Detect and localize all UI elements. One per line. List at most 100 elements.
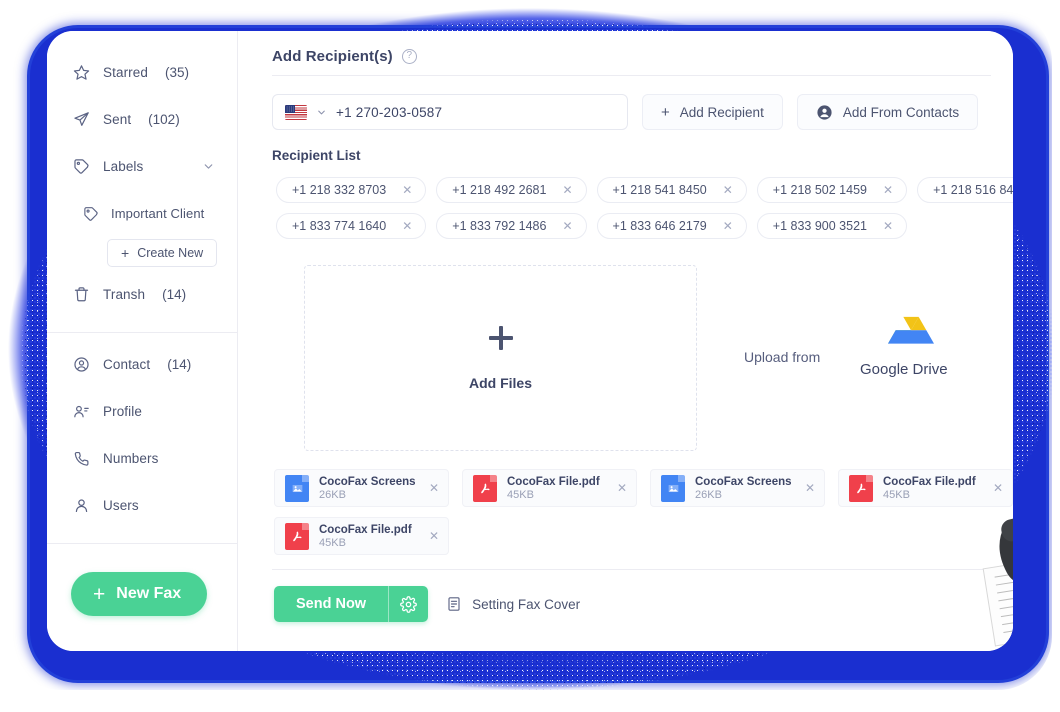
sidebar-item-label: Transh <box>103 287 146 302</box>
sidebar-item-label: Numbers <box>103 451 159 466</box>
recipient-chip: +1 218 502 1459 ✕ <box>756 177 908 203</box>
setting-fax-cover-button[interactable]: Setting Fax Cover <box>446 596 580 612</box>
country-chevron-down-icon[interactable] <box>316 107 327 118</box>
recipient-chip: +1 833 774 1640 ✕ <box>276 213 427 239</box>
us-flag-icon <box>285 104 307 120</box>
sidebar-item-label: Labels <box>103 159 144 174</box>
plus-icon: + <box>121 245 130 261</box>
send-now-button[interactable]: Send Now <box>274 586 389 622</box>
contact-avatar-icon <box>816 104 833 121</box>
recipient-list-title: Recipient List <box>272 148 361 163</box>
upload-from-label: Upload from <box>744 349 821 365</box>
sidebar-item-labels[interactable]: Labels <box>47 143 237 190</box>
remove-recipient-icon[interactable]: ✕ <box>883 184 893 196</box>
sidebar: Starred (35) Sent (102) Labels Important… <box>47 31 238 651</box>
sidebar-item-sent[interactable]: Sent (102) <box>47 96 237 143</box>
tag-icon <box>82 205 100 223</box>
sidebar-item-profile[interactable]: Profile <box>47 388 237 435</box>
add-files-label: Add Files <box>468 375 532 391</box>
attached-file-size: 45KB <box>507 488 534 501</box>
create-new-label: Create New <box>137 246 204 260</box>
create-new-button[interactable]: + Create New <box>107 239 218 267</box>
compose-actions: Send Now Setting Fax Cover <box>272 570 991 622</box>
remove-file-icon[interactable]: ✕ <box>425 529 439 543</box>
attached-file-size: 26KB <box>695 488 722 501</box>
recipient-chip-list: +1 218 332 8703 ✕ +1 218 492 2681 ✕ +1 218 5… <box>272 163 1013 239</box>
attached-file-size: 45KB <box>883 488 910 501</box>
recipient-chip-number: +1 218 502 1459 <box>772 183 867 197</box>
remove-file-icon[interactable]: ✕ <box>613 481 627 495</box>
sidebar-item-label: Users <box>103 498 139 513</box>
app-window: Starred (35) Sent (102) Labels Important… <box>47 31 1013 651</box>
star-icon <box>72 64 90 82</box>
add-files-dropzone[interactable]: Add Files <box>304 265 697 451</box>
compose-inner: Add Recipient(s) ? +1 270-203-0587 + Add… <box>238 31 1013 622</box>
attached-file-card: CocoFax File.pdf 45KB ✕ <box>462 469 637 507</box>
remove-recipient-icon[interactable]: ✕ <box>402 220 412 232</box>
sidebar-item-numbers[interactable]: Numbers <box>47 435 237 482</box>
google-drive-icon[interactable] <box>888 315 934 357</box>
attached-file-name: CocoFax File.pdf <box>507 475 600 488</box>
pdf-file-icon <box>473 474 497 502</box>
page-title: Add Recipient(s) <box>272 47 393 65</box>
remove-recipient-icon[interactable]: ✕ <box>723 184 733 196</box>
recipient-chip-number: +1 833 646 2179 <box>612 219 707 233</box>
sidebar-item-important-client[interactable]: Important Client <box>47 190 237 237</box>
add-from-contacts-label: Add From Contacts <box>842 104 960 120</box>
attached-files-list: CocoFax Screensho...26KB✕CocoFax File.pd… <box>272 469 1013 555</box>
new-fax-button[interactable]: + New Fax <box>71 572 208 616</box>
sidebar-item-contact[interactable]: Contact (14) <box>47 341 237 388</box>
sidebar-item-label: Important Client <box>111 206 205 221</box>
plus-icon: + <box>93 582 106 606</box>
sidebar-item-count: (35) <box>164 65 189 80</box>
send-settings-gear-button[interactable] <box>388 586 429 622</box>
new-fax-wrapper: + New Fax <box>47 552 237 616</box>
help-icon[interactable]: ? <box>401 48 417 64</box>
attached-file-card: CocoFax Screensho...26KB ✕ <box>274 469 449 507</box>
attached-file-meta: CocoFax Screensho...26KB <box>319 476 415 501</box>
send-button-group: Send Now <box>274 586 429 622</box>
add-recipient-button[interactable]: + Add Recipient <box>642 94 783 130</box>
attached-file-card: CocoFax Screensho...26KB ✕ <box>650 469 825 507</box>
remove-file-icon[interactable]: ✕ <box>989 481 1003 495</box>
phone-number-input[interactable]: +1 270-203-0587 <box>272 94 628 130</box>
image-file-icon <box>661 474 685 502</box>
remove-file-icon[interactable]: ✕ <box>801 481 815 495</box>
recipient-chip: +1 833 792 1486 ✕ <box>436 213 587 239</box>
screenshot-stage: Starred (35) Sent (102) Labels Important… <box>0 0 1060 712</box>
contact-icon <box>72 356 90 374</box>
sidebar-item-users[interactable]: Users <box>47 482 237 529</box>
file-corner-fold <box>490 474 497 482</box>
recipient-chip: +1 218 541 8450 ✕ <box>596 177 747 203</box>
sidebar-item-label: Contact <box>103 357 151 372</box>
file-corner-fold <box>302 474 309 482</box>
recipient-chip-number: +1 218 541 8450 <box>612 183 707 197</box>
remove-recipient-icon[interactable]: ✕ <box>723 220 733 232</box>
plus-icon: + <box>661 103 670 121</box>
remove-file-icon[interactable]: ✕ <box>425 481 439 495</box>
recipient-chip: +1 218 492 2681 ✕ <box>436 177 587 203</box>
sidebar-item-starred[interactable]: Starred (35) <box>47 49 237 96</box>
remove-recipient-icon[interactable]: ✕ <box>562 184 572 196</box>
attached-file-name: CocoFax Screensho... <box>319 475 415 488</box>
attached-file-name: CocoFax Screensho... <box>695 475 791 488</box>
attached-file-size: 26KB <box>319 488 346 501</box>
chevron-down-icon[interactable] <box>202 160 215 173</box>
attached-file-meta: CocoFax File.pdf 45KB <box>319 524 412 549</box>
image-file-icon <box>285 474 309 502</box>
remove-recipient-icon[interactable]: ✕ <box>402 184 412 196</box>
paper-plane-icon <box>72 111 90 129</box>
remove-recipient-icon[interactable]: ✕ <box>562 220 572 232</box>
add-from-contacts-button[interactable]: Add From Contacts <box>796 94 979 130</box>
add-recipients-header: Add Recipient(s) ? <box>272 31 991 73</box>
file-corner-fold <box>302 522 309 530</box>
phone-icon <box>72 450 90 468</box>
recipient-chip-number: +1 833 774 1640 <box>292 219 387 233</box>
attached-file-card: CocoFax File.pdf 45KB ✕ <box>838 469 1013 507</box>
sidebar-item-label: Starred <box>103 65 148 80</box>
attached-file-size: 45KB <box>319 536 346 549</box>
sidebar-item-count: (102) <box>148 112 180 127</box>
sidebar-item-trash[interactable]: Transh (14) <box>47 271 237 318</box>
phone-number-value: +1 270-203-0587 <box>336 104 443 120</box>
remove-recipient-icon[interactable]: ✕ <box>883 220 893 232</box>
